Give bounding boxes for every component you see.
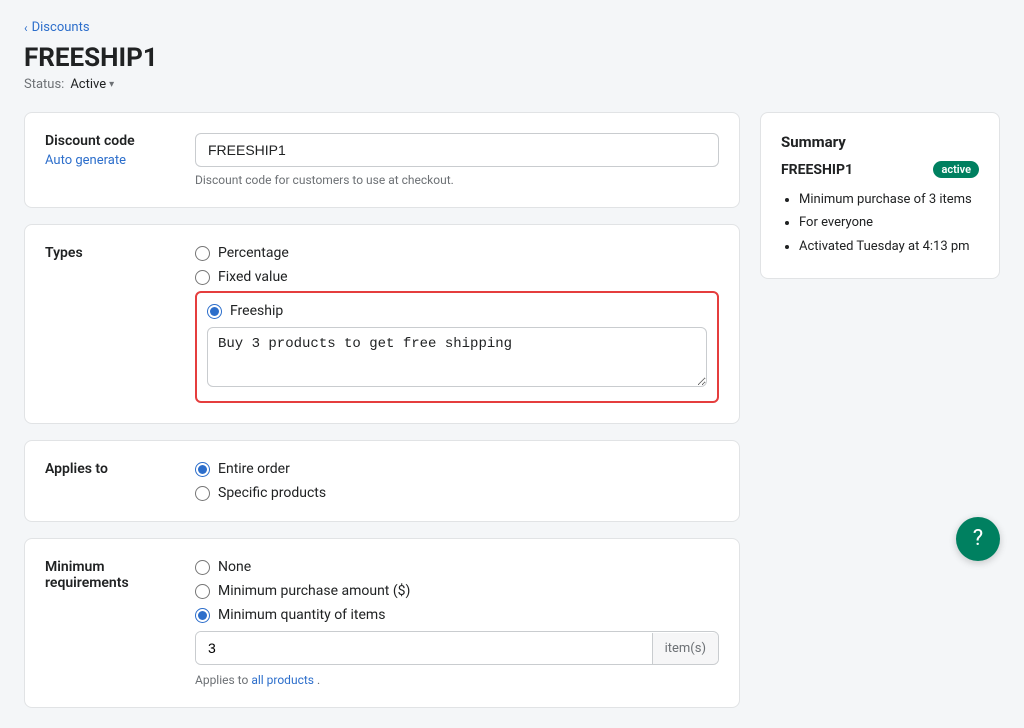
min-req-amount-label: Minimum purchase amount ($) xyxy=(218,583,410,599)
status-value: Active xyxy=(70,77,106,92)
applies-to-card: Applies to Entire order Specific product… xyxy=(24,440,740,522)
min-req-quantity[interactable]: Minimum quantity of items xyxy=(195,607,719,623)
applies-specific-label: Specific products xyxy=(218,485,326,501)
right-column: Summary FREESHIP1 active Minimum purchas… xyxy=(760,112,1000,279)
min-req-quantity-input[interactable] xyxy=(196,632,652,664)
fab-button[interactable]: ? xyxy=(956,517,1000,561)
min-req-label: Minimum xyxy=(45,559,104,575)
status-text-label: Status: xyxy=(24,77,64,92)
type-fixed-radio[interactable] xyxy=(195,270,210,285)
applies-to-section: Applies to Entire order Specific product… xyxy=(45,461,719,501)
summary-list: Minimum purchase of 3 items For everyone… xyxy=(781,188,979,258)
summary-item-1: For everyone xyxy=(799,211,979,234)
types-card: Types Percentage Fixed value xyxy=(24,224,740,424)
types-section: Types Percentage Fixed value xyxy=(45,245,719,403)
min-req-none-radio[interactable] xyxy=(195,560,210,575)
discount-code-hint: Discount code for customers to use at ch… xyxy=(195,173,719,187)
applies-entire[interactable]: Entire order xyxy=(195,461,719,477)
back-chevron-icon: ‹ xyxy=(24,21,28,35)
summary-active-badge: active xyxy=(933,161,979,178)
summary-code-row: FREESHIP1 active xyxy=(781,161,979,178)
min-req-quantity-label: Minimum quantity of items xyxy=(218,607,385,623)
type-freeship[interactable]: Freeship xyxy=(207,303,283,319)
summary-item-2: Activated Tuesday at 4:13 pm xyxy=(799,235,979,258)
types-content: Percentage Fixed value Free xyxy=(195,245,719,403)
applies-hint-link[interactable]: all products xyxy=(251,673,314,687)
type-percentage-radio[interactable] xyxy=(195,246,210,261)
min-req-input-row: item(s) xyxy=(195,631,719,665)
applies-to-content: Entire order Specific products xyxy=(195,461,719,501)
min-req-content: None Minimum purchase amount ($) Minimum… xyxy=(195,559,719,687)
type-percentage[interactable]: Percentage xyxy=(195,245,719,261)
freeship-label-row: Freeship xyxy=(207,303,707,319)
applies-to-radio-group: Entire order Specific products xyxy=(195,461,719,501)
breadcrumb[interactable]: ‹ Discounts xyxy=(24,20,1000,35)
min-req-card: Minimum requirements None Minimum purcha… xyxy=(24,538,740,708)
type-fixed[interactable]: Fixed value xyxy=(195,269,719,285)
discount-code-label: Discount code xyxy=(45,133,135,149)
applies-specific-radio[interactable] xyxy=(195,486,210,501)
summary-item-0: Minimum purchase of 3 items xyxy=(799,188,979,211)
discount-code-section: Discount code Auto generate Discount cod… xyxy=(45,133,719,187)
status-chevron-icon: ▾ xyxy=(109,79,114,90)
applies-specific[interactable]: Specific products xyxy=(195,485,719,501)
discount-code-content: Discount code for customers to use at ch… xyxy=(195,133,719,187)
fab-icon: ? xyxy=(973,528,983,550)
discount-code-card: Discount code Auto generate Discount cod… xyxy=(24,112,740,208)
applies-entire-label: Entire order xyxy=(218,461,290,477)
main-layout: Discount code Auto generate Discount cod… xyxy=(24,112,1000,708)
left-column: Discount code Auto generate Discount cod… xyxy=(24,112,740,708)
type-freeship-label: Freeship xyxy=(230,303,283,319)
freeship-highlighted-box: Freeship Buy 3 products to get free ship… xyxy=(195,291,719,403)
freeship-textarea[interactable]: Buy 3 products to get free shipping xyxy=(207,327,707,387)
applies-hint-end: . xyxy=(317,673,320,687)
min-req-none-label: None xyxy=(218,559,251,575)
min-req-label2: requirements xyxy=(45,575,129,591)
min-req-radio-group: None Minimum purchase amount ($) Minimum… xyxy=(195,559,719,623)
types-radio-group: Percentage Fixed value xyxy=(195,245,719,285)
status-row: Status: Active ▾ xyxy=(24,77,1000,92)
types-label: Types xyxy=(45,245,175,261)
page-title: FREESHIP1 xyxy=(24,43,1000,73)
type-percentage-label: Percentage xyxy=(218,245,289,261)
type-fixed-label: Fixed value xyxy=(218,269,288,285)
status-dropdown[interactable]: Active ▾ xyxy=(70,77,114,92)
min-req-amount[interactable]: Minimum purchase amount ($) xyxy=(195,583,719,599)
min-req-none[interactable]: None xyxy=(195,559,719,575)
applies-hint: Applies to all products . xyxy=(195,673,719,687)
type-freeship-radio[interactable] xyxy=(207,304,222,319)
discount-code-label-col: Discount code Auto generate xyxy=(45,133,175,168)
auto-generate-link[interactable]: Auto generate xyxy=(45,153,175,168)
discount-code-input[interactable] xyxy=(195,133,719,167)
min-req-label-col: Minimum requirements xyxy=(45,559,175,591)
page: ‹ Discounts FREESHIP1 Status: Active ▾ D… xyxy=(0,0,1024,728)
min-req-quantity-radio[interactable] xyxy=(195,608,210,623)
summary-title: Summary xyxy=(781,133,979,151)
breadcrumb-label: Discounts xyxy=(32,20,90,35)
min-req-amount-radio[interactable] xyxy=(195,584,210,599)
applies-entire-radio[interactable] xyxy=(195,462,210,477)
summary-code: FREESHIP1 xyxy=(781,162,853,178)
applies-to-label: Applies to xyxy=(45,461,175,477)
applies-hint-text: Applies to xyxy=(195,673,248,687)
min-req-suffix: item(s) xyxy=(652,633,718,664)
min-req-section: Minimum requirements None Minimum purcha… xyxy=(45,559,719,687)
summary-card: Summary FREESHIP1 active Minimum purchas… xyxy=(760,112,1000,279)
